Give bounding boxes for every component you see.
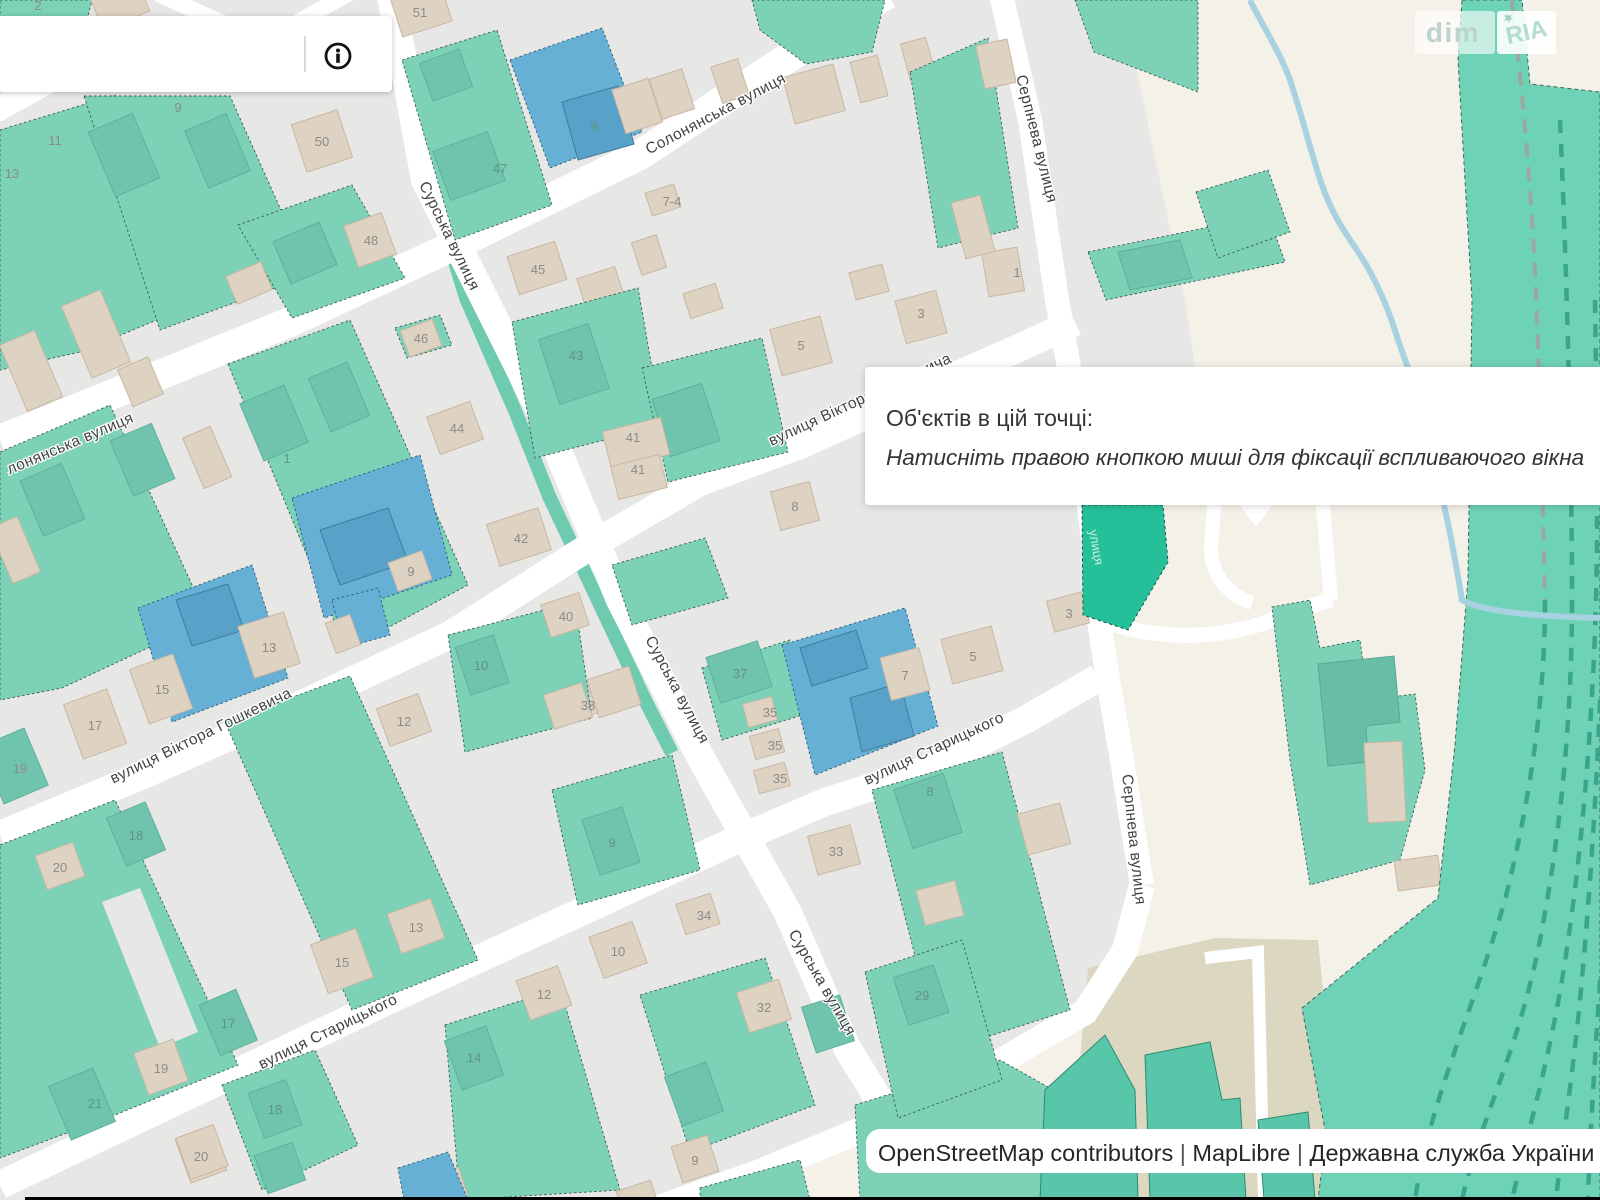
svg-text:13: 13: [5, 166, 19, 181]
svg-text:9: 9: [608, 835, 615, 850]
svg-text:20: 20: [53, 860, 67, 875]
svg-text:33: 33: [829, 844, 843, 859]
svg-text:32: 32: [757, 1000, 771, 1015]
svg-text:7-4: 7-4: [663, 194, 682, 209]
svg-text:12: 12: [397, 714, 411, 729]
svg-text:9: 9: [691, 1153, 698, 1168]
svg-text:29: 29: [915, 988, 929, 1003]
svg-text:5: 5: [797, 338, 804, 353]
svg-text:40: 40: [559, 609, 573, 624]
svg-text:21: 21: [88, 1096, 102, 1111]
svg-text:35: 35: [768, 738, 782, 753]
svg-text:2: 2: [34, 0, 41, 13]
svg-text:43: 43: [569, 348, 583, 363]
svg-text:17: 17: [221, 1016, 235, 1031]
svg-text:7: 7: [901, 668, 908, 683]
svg-text:41: 41: [626, 430, 640, 445]
svg-text:20: 20: [194, 1149, 208, 1164]
svg-text:8: 8: [590, 119, 597, 134]
svg-text:38: 38: [581, 698, 595, 713]
svg-text:9: 9: [407, 564, 414, 579]
svg-text:37: 37: [733, 666, 747, 681]
svg-text:9: 9: [174, 100, 181, 115]
svg-text:8: 8: [791, 499, 798, 514]
svg-text:35: 35: [773, 771, 787, 786]
svg-text:18: 18: [268, 1102, 282, 1117]
svg-text:48: 48: [364, 233, 378, 248]
svg-text:10: 10: [474, 658, 488, 673]
svg-text:35: 35: [763, 705, 777, 720]
svg-text:46: 46: [414, 331, 428, 346]
svg-text:Об'єктів в цій точці:: Об'єктів в цій точці:: [886, 405, 1093, 431]
svg-text:15: 15: [335, 955, 349, 970]
svg-text:11: 11: [48, 133, 62, 148]
svg-text:17: 17: [88, 718, 102, 733]
svg-text:19: 19: [154, 1061, 168, 1076]
svg-text:13: 13: [409, 920, 423, 935]
svg-text:1: 1: [283, 451, 290, 466]
svg-text:15: 15: [155, 682, 169, 697]
svg-text:47: 47: [493, 161, 507, 176]
svg-text:12: 12: [537, 987, 551, 1002]
svg-text:44: 44: [450, 421, 464, 436]
svg-text:dim: dim: [1426, 17, 1480, 48]
svg-text:OpenStreetMap contributors | M: OpenStreetMap contributors | MapLibre | …: [878, 1140, 1594, 1166]
svg-text:8: 8: [926, 784, 933, 799]
svg-text:34: 34: [697, 908, 711, 923]
svg-text:42: 42: [514, 531, 528, 546]
svg-text:19: 19: [13, 761, 27, 776]
svg-text:1: 1: [1013, 265, 1020, 280]
svg-text:13: 13: [262, 640, 276, 655]
svg-text:3: 3: [917, 306, 924, 321]
svg-text:18: 18: [129, 828, 143, 843]
svg-text:50: 50: [315, 134, 329, 149]
svg-text:14: 14: [467, 1050, 481, 1065]
svg-text:5: 5: [969, 649, 976, 664]
svg-text:51: 51: [413, 5, 427, 20]
svg-text:Натисніть правою кнопкою миші: Натисніть правою кнопкою миші для фіксац…: [886, 445, 1584, 470]
svg-text:3: 3: [1065, 606, 1072, 621]
svg-text:10: 10: [611, 944, 625, 959]
svg-text:41: 41: [631, 462, 645, 477]
svg-text:45: 45: [531, 262, 545, 277]
